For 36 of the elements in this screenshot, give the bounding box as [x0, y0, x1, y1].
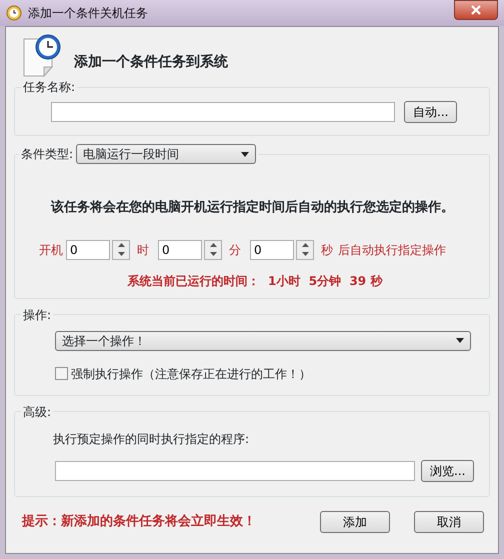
unit-label: 秒: [321, 242, 333, 258]
dropdown-arrow-icon: [241, 152, 250, 156]
group-label: 操作:: [22, 308, 52, 320]
dialog-heading: 添加一个条件任务到系统: [74, 53, 228, 72]
description-text: 该任务将会在您的电脑开机运行指定时间后自动的执行您选定的操作。: [50, 198, 455, 217]
task-name-field[interactable]: [51, 102, 395, 122]
browse-button[interactable]: 浏览...: [421, 460, 474, 482]
field-label: 后自动执行指定操作: [338, 242, 446, 258]
dropdown-arrow-icon: [456, 338, 464, 343]
unit-label: 时: [137, 242, 149, 258]
number-field[interactable]: 0: [158, 240, 202, 260]
checkbox[interactable]: [55, 367, 68, 380]
checkbox-label: 强制执行操作（注意保存正在进行的工作！）: [71, 366, 311, 382]
clock-icon: [6, 5, 22, 21]
group-label: 任务名称:: [22, 81, 76, 93]
unit-label: 分: [229, 242, 241, 258]
close-button[interactable]: [454, 0, 498, 20]
group-label: 条件类型:: [21, 148, 74, 160]
auto-button[interactable]: 自动...: [404, 101, 458, 123]
close-icon: [471, 5, 481, 15]
program-prompt: 执行预定操作的同时执行指定的程序:: [53, 430, 250, 448]
add-button[interactable]: 添加: [320, 510, 390, 532]
window-title: 添加一个条件关机任务: [28, 5, 148, 22]
cancel-button[interactable]: 取消: [414, 510, 484, 532]
number-field[interactable]: 0: [66, 240, 110, 260]
uptime-text: 系统当前已运行的时间： 1小时 5分钟 39 秒: [128, 274, 382, 288]
tip-text: 提示：新添加的条件任务将会立即生效！: [22, 512, 256, 531]
spinner-buttons[interactable]: [112, 240, 130, 260]
condition-type-dropdown[interactable]: 电脑运行一段时间: [76, 144, 256, 164]
program-path-field[interactable]: [55, 460, 415, 480]
spinner-buttons[interactable]: [296, 240, 314, 260]
spinner-buttons[interactable]: [204, 240, 222, 260]
field-label: 开机: [39, 242, 63, 258]
number-field[interactable]: 0: [250, 240, 294, 260]
group-label: 高级:: [22, 406, 52, 418]
operation-dropdown[interactable]: 选择一个操作！: [55, 330, 471, 350]
